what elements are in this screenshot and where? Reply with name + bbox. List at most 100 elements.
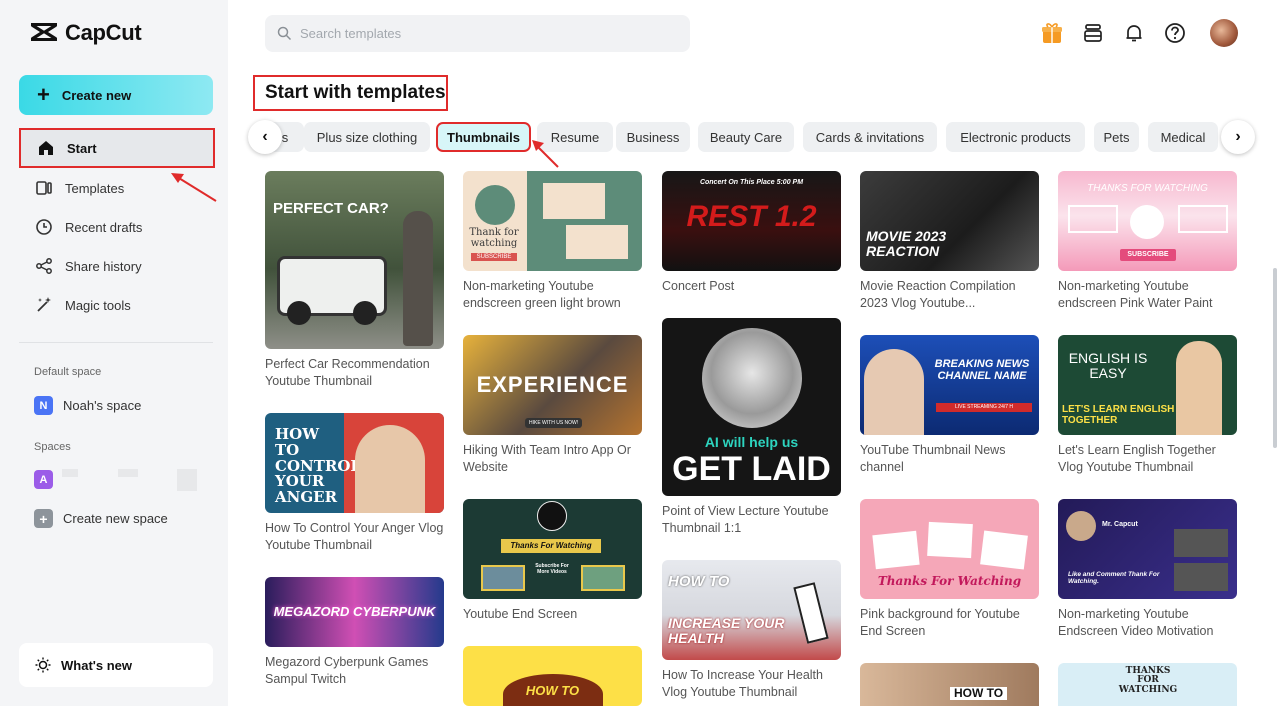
chip-electronic-products[interactable]: Electronic products: [946, 122, 1085, 152]
template-card[interactable]: Thanks For Watching Pink background for …: [860, 499, 1039, 640]
exclamation-graphic: [793, 582, 829, 644]
template-card[interactable]: Mr. Capcut Like and Comment Thank For Wa…: [1058, 499, 1237, 640]
sidebar-item-magic-tools[interactable]: Magic tools: [19, 285, 215, 325]
thumbnail-title: REST 1.2: [686, 200, 817, 233]
wheel-graphic: [287, 301, 311, 325]
speaker-portrait: [702, 328, 802, 428]
presenter-avatar: [1066, 511, 1096, 541]
subscribe-badge: SUBSCRIBE: [471, 253, 517, 261]
template-title: Non-marketing Youtube endscreen Pink Wat…: [1058, 279, 1213, 310]
chip-thumbnails[interactable]: Thumbnails: [436, 122, 531, 152]
template-thumbnail: ENGLISH IS EASY LET'S LEARN ENGLISH TOGE…: [1058, 335, 1237, 435]
category-chips: s Plus size clothing Thumbnails Resume B…: [246, 120, 1256, 154]
template-card[interactable]: THANKS FOR WATCHING: [1058, 663, 1237, 706]
sidebar-item-share-history[interactable]: Share history: [19, 246, 215, 286]
help-icon[interactable]: [1163, 21, 1187, 45]
lightbulb-icon: [35, 657, 51, 673]
space-avatar: N: [34, 396, 53, 415]
thumbnail-text: BREAKING NEWS CHANNEL NAME: [934, 358, 1030, 382]
template-thumbnail: Mr. Capcut Like and Comment Thank For Wa…: [1058, 499, 1237, 599]
template-card[interactable]: Concert On This Place 5:00 PM REST 1.2 C…: [662, 171, 841, 295]
template-card[interactable]: THANKS FOR WATCHING SUBSCRIBE Non-market…: [1058, 171, 1237, 312]
template-thumbnail: Thanks For Watching: [860, 499, 1039, 599]
video-slot: [1178, 205, 1228, 233]
space-name: Noah's space: [63, 398, 142, 413]
sidebar-item-start[interactable]: Start: [19, 128, 215, 168]
capcut-logo[interactable]: CapCut: [30, 20, 142, 46]
template-thumbnail: THANKS FOR WATCHING: [1058, 663, 1237, 706]
create-new-space-button[interactable]: + Create new space: [34, 509, 168, 528]
page-scrollbar[interactable]: [1273, 268, 1277, 448]
template-card[interactable]: ENGLISH IS EASY LET'S LEARN ENGLISH TOGE…: [1058, 335, 1237, 476]
chip-medical[interactable]: Medical: [1148, 122, 1218, 152]
template-title: Youtube End Screen: [463, 607, 578, 621]
template-title: Megazord Cyberpunk Games Sampul Twitch: [265, 655, 429, 686]
create-new-space-label: Create new space: [63, 511, 168, 526]
chip-cards-invitations[interactable]: Cards & invitations: [803, 122, 937, 152]
template-card[interactable]: AI will help us GET LAID Point of View L…: [662, 318, 841, 537]
template-card[interactable]: HOW TO INCREASE YOUR HEALTH How To Incre…: [662, 560, 841, 701]
search-bar[interactable]: [265, 15, 690, 52]
chip-pets[interactable]: Pets: [1094, 122, 1139, 152]
notification-bell-icon[interactable]: [1122, 21, 1146, 45]
home-icon: [39, 141, 53, 155]
template-card[interactable]: Thanks For Watching Subscribe For More V…: [463, 499, 642, 623]
template-title: Point of View Lecture Youtube Thumbnail …: [662, 504, 829, 535]
thumbnail-subtext: Subscribe For More Videos: [535, 563, 569, 575]
redacted-space-name: [62, 469, 78, 477]
whats-new-button[interactable]: What's new: [19, 643, 213, 687]
chip-beauty-care[interactable]: Beauty Care: [698, 122, 794, 152]
sidebar-item-label: Share history: [65, 258, 142, 274]
template-card[interactable]: HOW TO: [860, 663, 1039, 706]
person-graphic: [403, 211, 433, 346]
space-item-noah[interactable]: N Noah's space: [34, 396, 141, 415]
thumbnail-text: EXPERIENCE: [476, 372, 629, 398]
template-thumbnail: HOW TO CONTROL YOUR ANGER: [265, 413, 444, 513]
template-card[interactable]: HOW TO CONTROL YOUR ANGER How To Control…: [265, 413, 444, 554]
user-avatar[interactable]: [1210, 19, 1238, 47]
storage-icon[interactable]: [1081, 21, 1105, 45]
whats-new-label: What's new: [61, 657, 132, 673]
chip-plus-size-clothing[interactable]: Plus size clothing: [304, 122, 430, 152]
template-card[interactable]: MEGAZORD CYBERPUNK Megazord Cyberpunk Ga…: [265, 577, 444, 688]
video-slot: [543, 183, 605, 219]
template-title: How To Increase Your Health Vlog Youtube…: [662, 668, 823, 699]
template-card[interactable]: EXPERIENCE HIKE WITH US NOW! Hiking With…: [463, 335, 642, 476]
thumbnail-subtext: Like and Comment Thank For Watching.: [1068, 571, 1160, 585]
template-card[interactable]: Thank for watching SUBSCRIBE Non-marketi…: [463, 171, 642, 312]
thumbnail-text: THANKS FOR WATCHING: [1087, 183, 1208, 194]
template-thumbnail: PERFECT CAR?: [265, 171, 444, 349]
template-title: Movie Reaction Compilation 2023 Vlog You…: [860, 279, 1016, 310]
template-thumbnail: Concert On This Place 5:00 PM REST 1.2: [662, 171, 841, 271]
template-card[interactable]: BREAKING NEWS CHANNEL NAME LIVE STREAMIN…: [860, 335, 1039, 476]
create-new-button[interactable]: + Create new: [19, 75, 213, 115]
search-input[interactable]: [300, 26, 680, 41]
gift-icon[interactable]: [1040, 21, 1064, 45]
template-card[interactable]: PERFECT CAR? Perfect Car Recommendation …: [265, 171, 444, 390]
clock-icon: [36, 219, 52, 235]
thumbnail-title: INCREASE YOUR HEALTH: [668, 615, 785, 646]
chip-business[interactable]: Business: [616, 122, 690, 152]
template-title: Concert Post: [662, 279, 735, 293]
sidebar-item-recent-drafts[interactable]: Recent drafts: [19, 207, 215, 247]
sidebar-item-label: Start: [67, 140, 97, 156]
chip-resume[interactable]: Resume: [537, 122, 613, 152]
chevron-left-icon[interactable]: ‹: [248, 120, 282, 154]
template-title: Perfect Car Recommendation Youtube Thumb…: [265, 357, 430, 388]
sidebar-item-templates[interactable]: Templates: [19, 168, 215, 208]
thumbnail-text: MOVIE 2023 REACTION: [866, 228, 947, 259]
page-title: Start with templates: [253, 75, 448, 111]
chevron-right-icon[interactable]: ›: [1221, 120, 1255, 154]
template-card[interactable]: HOW TO: [463, 646, 642, 706]
template-card[interactable]: MOVIE 2023 REACTION Movie Reaction Compi…: [860, 171, 1039, 312]
share-icon: [36, 258, 52, 274]
thumbnail-text: ENGLISH IS EASY: [1068, 350, 1148, 381]
template-thumbnail: THANKS FOR WATCHING SUBSCRIBE: [1058, 171, 1237, 271]
subscribe-circle: [1130, 205, 1164, 239]
space-item-a[interactable]: A: [34, 470, 53, 489]
sidebar-item-label: Magic tools: [65, 297, 131, 313]
template-title: Let's Learn English Together Vlog Youtub…: [1058, 443, 1216, 474]
thumbnail-text: MEGAZORD CYBERPUNK: [273, 604, 436, 620]
thumbnail-text: Thank for watching: [469, 227, 519, 249]
thumbnail-text: Thanks For Watching: [877, 574, 1022, 588]
